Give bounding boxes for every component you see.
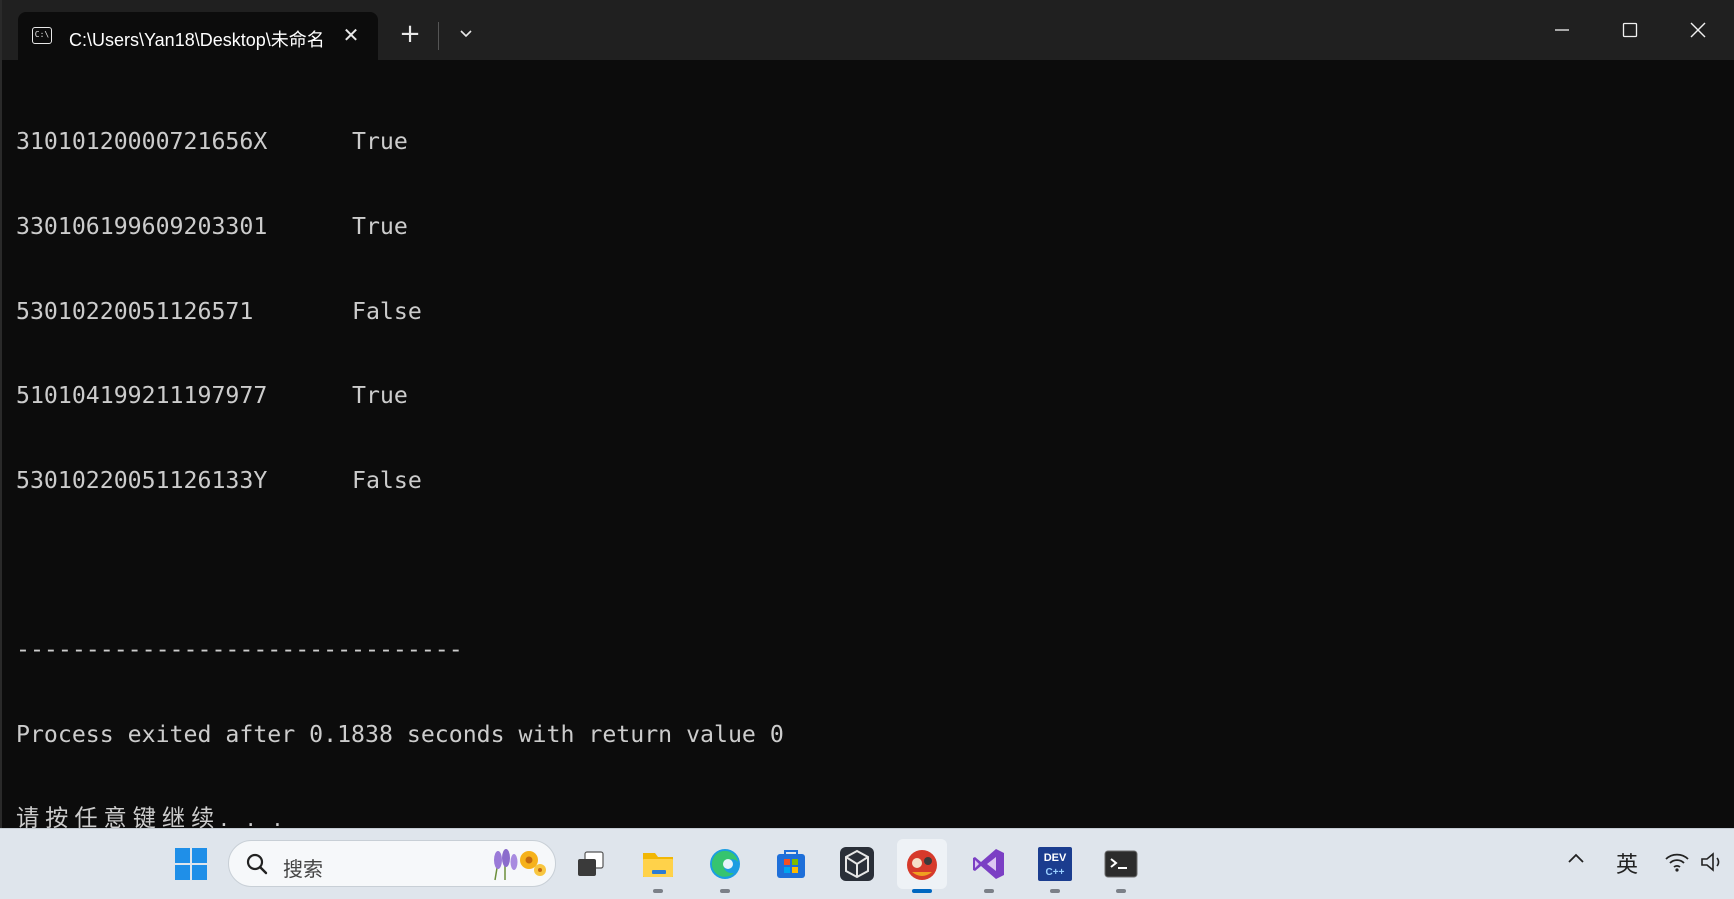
chevron-up-icon[interactable] [1566,849,1586,869]
dev-cpp-label-bottom: C++ [1046,867,1065,878]
visual-studio-icon [973,849,1004,879]
game-app-button[interactable] [897,839,947,893]
console-output[interactable]: 31010120000721656X True 33010619960920330… [16,72,1716,828]
id-number: 53010220051126571 [16,297,254,325]
maximize-icon [1622,22,1638,38]
output-row: 510104199211197977 True [16,382,1716,410]
tab-close-icon[interactable]: ✕ [336,20,366,50]
active-indicator [912,889,932,893]
validation-result: False [352,466,422,494]
tab-dropdown-button[interactable] [442,14,490,54]
edge-icon [710,849,740,879]
start-icon [175,848,207,880]
wifi-icon[interactable] [1664,851,1690,873]
output-row: 31010120000721656X True [16,128,1716,156]
output-row: 53010220051126571 False [16,298,1716,326]
validation-result: True [352,213,408,240]
search-placeholder: 搜索 [283,857,323,881]
taskbar: 搜索 DEV C++ 英 [0,828,1734,899]
close-button[interactable] [1664,4,1732,56]
flowers-icon [494,849,546,881]
separator-line: -------------------------------- [16,635,463,663]
maximize-button[interactable] [1596,4,1664,56]
id-number: 31010120000721656X [16,128,268,156]
tab-console[interactable]: C:\ C:\Users\Yan18\Desktop\未命名 ✕ [18,12,378,60]
task-view-icon [578,851,604,876]
ime-indicator[interactable]: 英 [1616,847,1638,879]
id-number: 510104199211197977 [16,382,268,410]
running-indicator [1116,889,1126,893]
search-box[interactable]: 搜索 [228,840,556,887]
terminal-icon [1104,850,1138,878]
validation-result: False [352,297,422,325]
file-explorer-button[interactable] [633,839,683,893]
process-exit-line: Process exited after 0.1838 seconds with… [16,720,784,748]
output-row: 330106199609203301 True [16,213,1716,241]
dev-cpp-label-top: DEV [1044,852,1067,864]
running-indicator [720,889,730,893]
volume-icon[interactable] [1700,851,1726,873]
press-any-key-prompt: 请按任意键继续. . . [16,805,288,828]
task-view-button[interactable] [566,839,616,889]
running-indicator [1050,889,1060,893]
file-explorer-icon [643,853,673,877]
divider [438,22,439,50]
tab-title: C:\Users\Yan18\Desktop\未命名 [69,30,325,50]
minimize-button[interactable] [1528,4,1596,56]
visual-studio-button[interactable] [964,839,1014,893]
terminal-button[interactable] [1096,839,1146,893]
unity-button[interactable] [832,839,882,889]
game-app-icon [907,850,937,880]
new-tab-button[interactable]: + [386,14,434,54]
close-icon [1690,22,1706,38]
unity-icon [840,847,874,881]
validation-result: True [352,128,408,156]
running-indicator [653,889,663,893]
edge-button[interactable] [700,839,750,893]
dev-cpp-button[interactable]: DEV C++ [1030,839,1080,893]
search-icon [246,853,268,875]
store-button[interactable] [766,839,816,889]
minimize-icon [1555,29,1569,31]
output-row: 53010220051126133Y False [16,467,1716,495]
id-number: 53010220051126133Y [16,466,268,494]
store-icon [777,850,805,878]
validation-result: True [352,382,408,410]
chevron-down-icon [460,30,472,38]
title-bar[interactable]: C:\ C:\Users\Yan18\Desktop\未命名 ✕ + [2,0,1734,60]
running-indicator [984,889,994,893]
dev-cpp-icon: DEV C++ [1038,847,1072,881]
terminal-window: C:\ C:\Users\Yan18\Desktop\未命名 ✕ + 31010… [0,0,1734,828]
id-number: 330106199609203301 [16,213,268,240]
start-button[interactable] [166,839,216,889]
console-icon: C:\ [32,27,52,44]
